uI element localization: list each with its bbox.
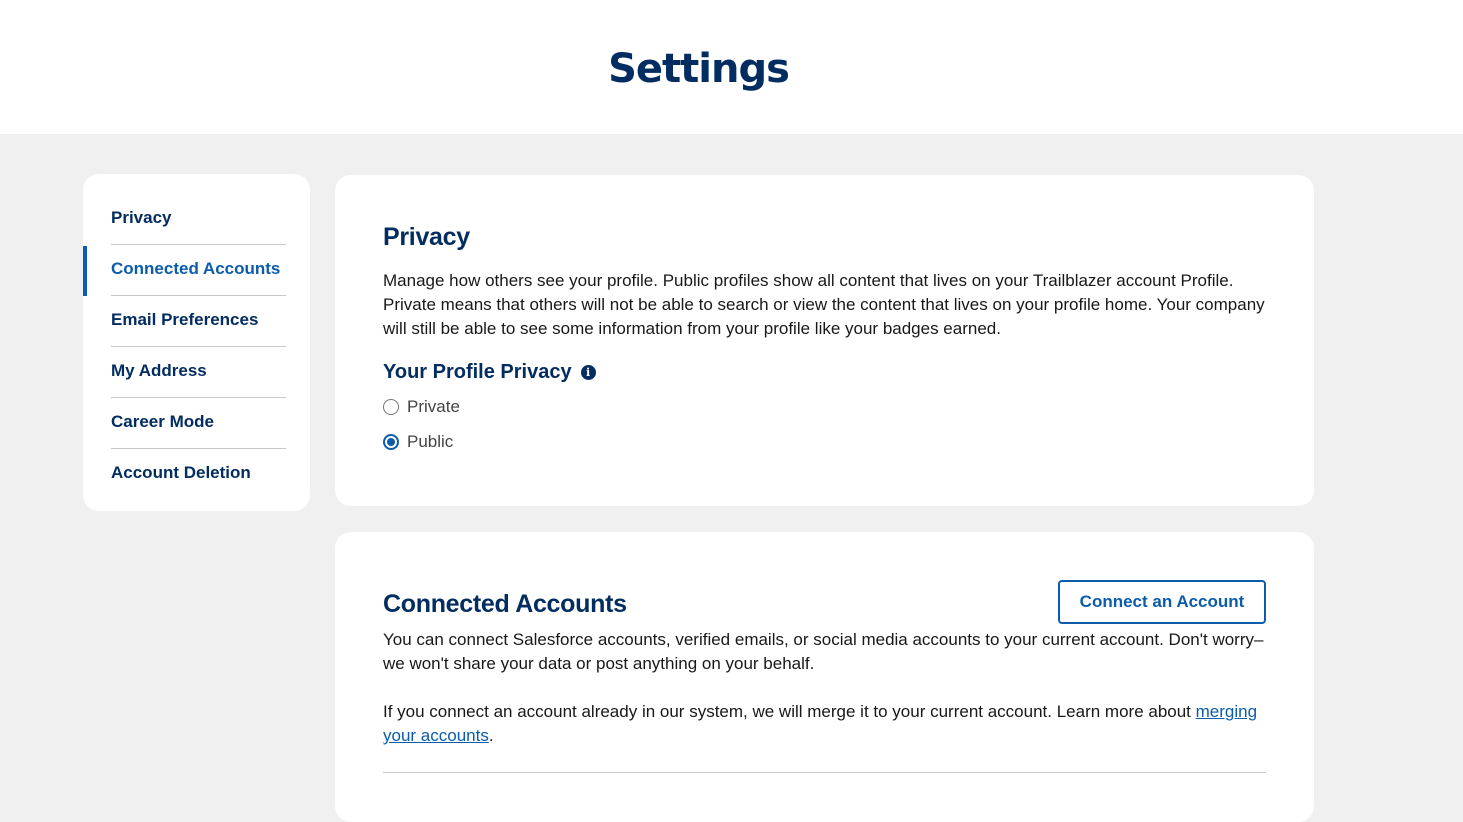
public-label: Public xyxy=(407,432,454,451)
page-title: Settings xyxy=(608,46,790,92)
settings-sidebar: Privacy Connected Accounts Email Prefere… xyxy=(83,174,310,511)
profile-privacy-label: Your Profile Privacy xyxy=(383,361,572,383)
merge-description: If you connect an account already in our… xyxy=(383,700,1266,748)
private-radio[interactable] xyxy=(383,399,399,415)
connected-accounts-description: You can connect Salesforce accounts, ver… xyxy=(383,630,1264,673)
private-label: Private xyxy=(407,397,460,416)
connected-accounts-card: Connected Accounts Connect an Account Yo… xyxy=(335,532,1314,822)
connect-account-button[interactable]: Connect an Account xyxy=(1058,580,1266,624)
info-icon[interactable]: i xyxy=(580,365,596,380)
section-divider xyxy=(383,772,1266,773)
connected-accounts-header: Connected Accounts Connect an Account xyxy=(383,580,1266,624)
sidebar-item-my-address[interactable]: My Address xyxy=(111,347,286,398)
privacy-option-private[interactable]: Private xyxy=(383,395,1266,419)
page-header: Settings xyxy=(0,0,1463,134)
merge-text: If you connect an account already in our… xyxy=(383,702,1196,721)
sidebar-item-connected-accounts[interactable]: Connected Accounts xyxy=(83,245,286,296)
public-radio[interactable] xyxy=(383,434,399,450)
sidebar-item-email-preferences[interactable]: Email Preferences xyxy=(111,296,286,347)
sidebar-item-account-deletion[interactable]: Account Deletion xyxy=(111,449,286,500)
sidebar-item-privacy[interactable]: Privacy xyxy=(111,194,286,245)
privacy-option-public[interactable]: Public xyxy=(383,430,1266,454)
privacy-description: Manage how others see your profile. Publ… xyxy=(383,271,1265,338)
privacy-card: Privacy Manage how others see your profi… xyxy=(335,175,1314,506)
privacy-title: Privacy xyxy=(383,223,470,251)
sidebar-item-career-mode[interactable]: Career Mode xyxy=(111,398,286,449)
profile-privacy-heading: Your Profile Privacy i xyxy=(383,361,1266,384)
merge-suffix: . xyxy=(488,726,494,745)
connected-accounts-title: Connected Accounts xyxy=(383,589,627,618)
